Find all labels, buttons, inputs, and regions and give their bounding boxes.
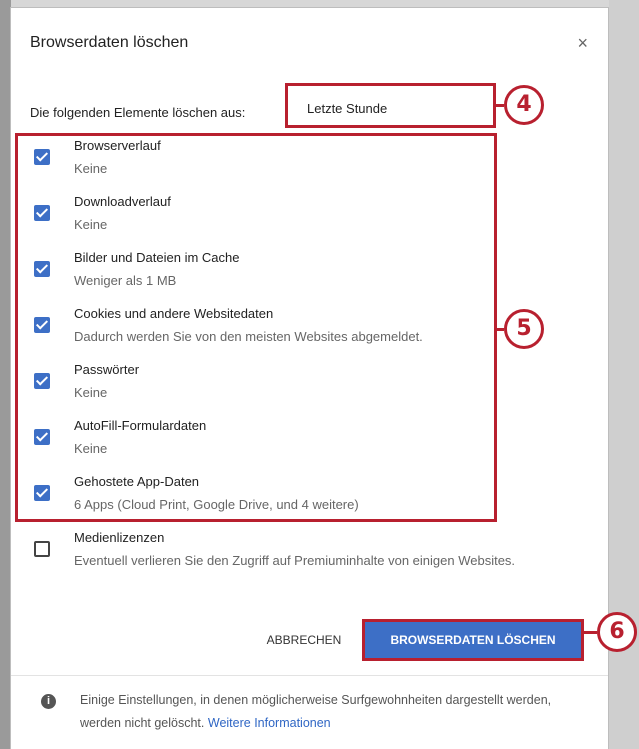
highlight-checkbox-list	[15, 133, 497, 522]
clear-data-button[interactable]: BROWSERDATEN LÖSCHEN	[362, 619, 584, 661]
callout-badge-6: 6	[597, 612, 637, 652]
background-window-left	[0, 0, 11, 749]
checkbox-medienlizenzen[interactable]	[34, 541, 50, 557]
callout-connector	[584, 631, 597, 634]
footer-divider	[11, 675, 608, 676]
info-text: Einige Einstellungen, in denen möglicher…	[80, 689, 570, 735]
callout-badge-4: 4	[504, 85, 544, 125]
time-range-label: Die folgenden Elemente löschen aus:	[30, 105, 246, 120]
cancel-button[interactable]: ABBRECHEN	[246, 622, 362, 658]
close-icon[interactable]: ×	[577, 33, 588, 54]
callout-badge-5: 5	[504, 309, 544, 349]
callout-connector	[497, 328, 504, 331]
item-description: Eventuell verlieren Sie den Zugriff auf …	[74, 553, 516, 568]
callout-connector	[496, 104, 504, 107]
item-medienlizenzen[interactable]: Medienlizenzen Eventuell verlieren Sie d…	[30, 530, 590, 576]
dialog-title: Browserdaten löschen	[30, 34, 189, 51]
item-label: Medienlizenzen	[74, 530, 165, 545]
highlight-time-range	[285, 83, 496, 128]
more-info-link[interactable]: Weitere Informationen	[208, 716, 331, 730]
info-icon: i	[41, 694, 56, 709]
